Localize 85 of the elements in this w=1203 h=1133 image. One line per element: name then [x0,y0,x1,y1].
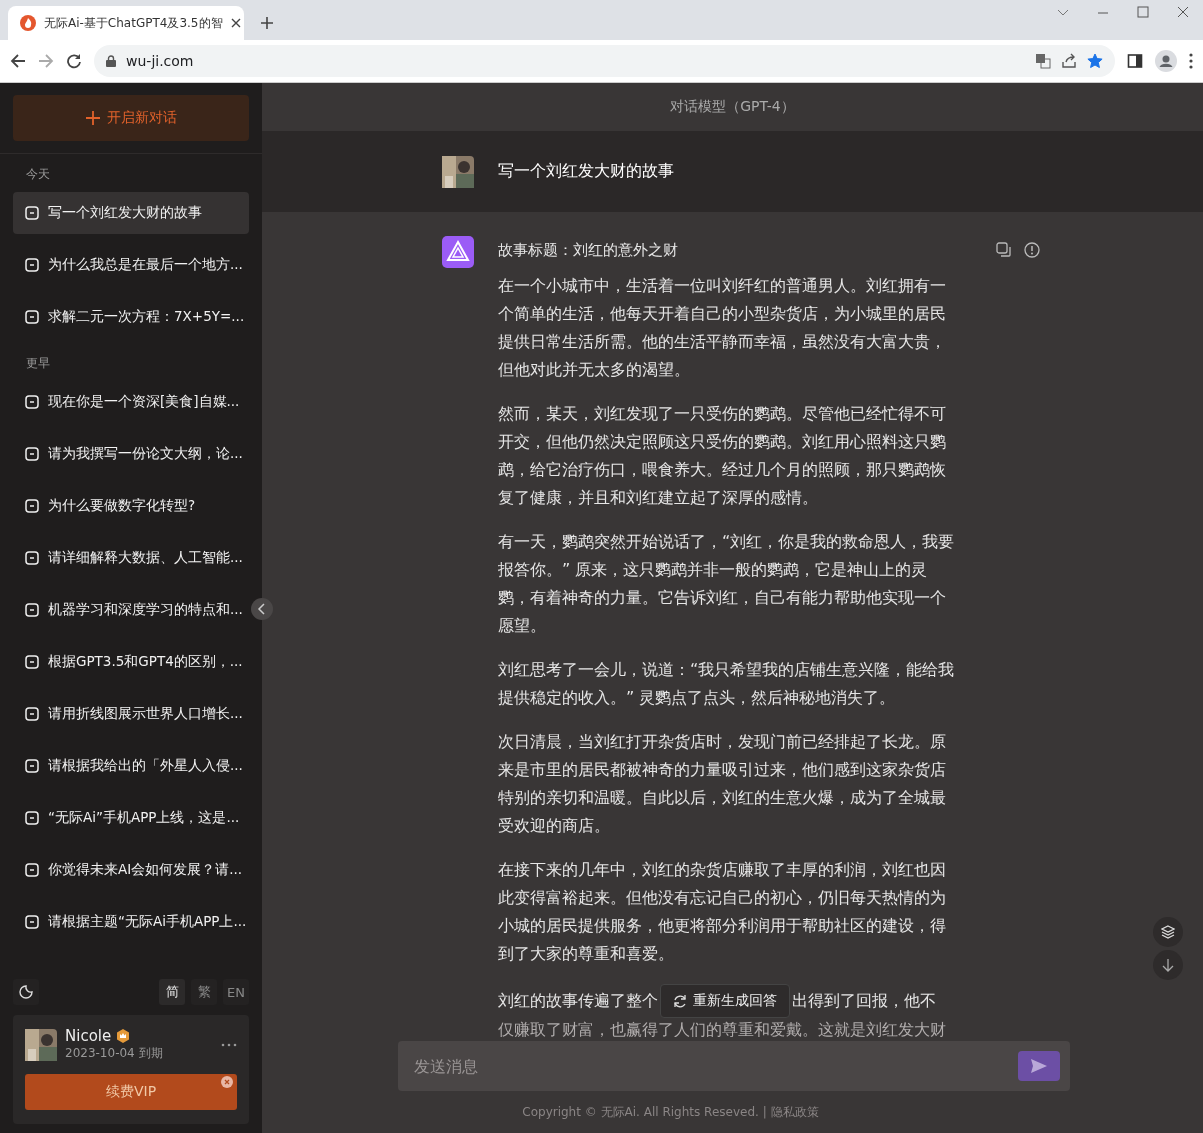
chat-bubble-icon [25,603,39,617]
model-title: 对话模型（GPT-4） [670,98,795,116]
chat-bubble-icon [25,655,39,669]
section-label: 今天 [25,166,51,183]
section-label: 更早 [25,355,51,372]
side-panel-icon[interactable] [1127,53,1143,69]
lock-icon [106,55,116,67]
tab-title: 无际Ai-基于ChatGPT4及3.5的智 [44,14,223,32]
conversation-item[interactable]: 根据GPT3.5和GPT4的区别，... [13,641,249,683]
conversation-item[interactable]: 请详细解释大数据、人工智能... [13,537,249,579]
conversation-item[interactable]: 请根据我给出的「外星人入侵... [13,745,249,787]
conversation-item[interactable]: 你觉得未来AI会如何发展？请... [13,849,249,891]
language-button[interactable]: EN [223,979,249,1005]
forward-arrow-icon [38,53,54,69]
answer-text: 出得到了回报，他不 [792,990,936,1012]
chat-bubble-icon [25,811,39,825]
user-message: 写一个刘红发大财的故事 [498,161,674,182]
chat-bubble-icon [25,395,39,409]
more-icon[interactable] [1189,53,1193,69]
chat-bubble-icon [25,551,39,565]
browser-tab[interactable]: 无际Ai-基于ChatGPT4及3.5的智 [8,6,244,40]
star-icon[interactable] [1087,53,1103,69]
chat-bubble-icon [25,863,39,877]
copy-icon[interactable] [996,242,1012,258]
conversation-item[interactable]: 为什么我总是在最后一个地方... [13,244,249,286]
down-arrow-icon [1162,958,1174,972]
flame-logo-icon [20,15,36,31]
theme-toggle-button[interactable] [13,979,39,1005]
plus-icon [85,110,101,126]
language-button[interactable]: 简 [159,979,185,1005]
conversation-item[interactable]: 请为我撰写一份论文大纲，论... [13,433,249,475]
url-text: wu-ji.com [126,53,194,69]
conversation-item[interactable]: 请用折线图展示世界人口增长... [13,693,249,735]
more-icon[interactable] [221,1042,237,1047]
assistant-logo-icon [442,236,474,268]
answer-paragraph: 然而，某天，刘红发现了一只受伤的鹦鹉。尽管他已经忙得不可开交，但他仍然决定照顾这只受伤的鹦鹉。刘红用心照料这只鹦鹉，给它治疗伤口，喂食养大。经过几个月的照顾，那只鹦鹉恢复了健康，并且和刘红建立起了深厚的感情。 [498,403,947,509]
chat-bubble-icon [25,310,39,324]
new-chat-button[interactable]: 开启新对话 [13,95,249,141]
scroll-down-button[interactable] [1153,950,1183,980]
user-name: Nicole [65,1027,112,1045]
send-button[interactable] [1018,1051,1060,1081]
answer-title: 故事标题：刘红的意外之财 [498,240,679,261]
profile-icon[interactable] [1155,50,1177,72]
language-button[interactable]: 繁 [191,979,217,1005]
answer-paragraph: 在一个小城市中，生活着一位叫刘纤红的普通男人。刘红拥有一个简单的生活，他每天开着自己的小型杂货店，为小城里的居民提供日常生活所需。他的生活平静而幸福，虽然没有大富大贵，但他对此并无太多的渴望。 [498,275,947,381]
share-icon[interactable] [1061,53,1077,69]
conversation-item[interactable]: “无际Ai”手机APP上线，这是... [13,797,249,839]
answer-paragraph: 在接下来的几年中，刘红的杂货店赚取了丰厚的利润，刘红也因此变得富裕起来。但他没有忘记自己的初心，仍旧每天热情的为小城的居民提供服务，他更将部分利润用于帮助社区的建设，得到了大家的尊重和喜爱。 [498,859,947,965]
address-bar[interactable]: wu-ji.com [94,45,1115,77]
moon-icon[interactable] [19,985,33,999]
answer-paragraph: 刘红思考了一会儿，说道：“我只希望我的店铺生意兴隆，能给我提供稳定的收入。” 灵鹦点了点头，然后神秘地消失了。 [498,659,956,709]
conversation-item[interactable]: 求解二元一次方程：7X+5Y=... [13,296,249,338]
renew-vip-button[interactable]: 续费VIP [25,1074,237,1110]
answer-paragraph: 有一天，鹦鹉突然开始说话了，“刘红，你是我的救命恩人，我要报答你。” 原来，这只鹦鹉并非一般的鹦鹉，它是神山上的灵鹦，有着神奇的力量。它告诉刘红，自己有能力帮助他实现一个愿望。 [498,531,956,637]
answer-paragraph: 次日清晨，当刘红打开杂货店时，发现门前已经排起了长龙。原来是市里的居民都被神奇的力量吸引过来，他们感到这家杂货店特别的亲切和温暖。自此以后，刘红的生意火爆，成为了全城最受欢迎的商店。 [498,731,947,837]
translate-icon[interactable] [1035,53,1051,69]
back-arrow-icon[interactable] [10,53,26,69]
layers-button[interactable] [1153,917,1183,947]
chat-bubble-icon [25,915,39,929]
chat-bubble-icon [25,759,39,773]
chat-bubble-icon [25,447,39,461]
conversation-item[interactable]: 写一个刘红发大财的故事 [13,192,249,234]
conversation-item[interactable]: 请根据主题“无际Ai手机APP上... [13,901,249,943]
info-icon[interactable] [1024,242,1040,258]
badge-icon [116,1029,131,1043]
chat-bubble-icon [25,206,39,220]
expiry-date: 2023-10-04 到期 [65,1045,164,1062]
answer-text: 刘红的故事传遍了整个 [498,990,658,1012]
conversation-item[interactable]: 现在你是一个资深[美食]自媒... [13,381,249,423]
collapse-chevron-icon[interactable] [251,598,273,620]
close-icon[interactable] [230,18,241,28]
plus-icon[interactable] [260,16,274,30]
answer-text: 仅赚取了财富，也赢得了人们的尊重和爱戴。这就是刘红发大财 [498,1019,947,1037]
conversation-item[interactable]: 机器学习和深度学习的特点和... [13,589,249,631]
conversation-item[interactable]: 为什么要做数字化转型? [13,485,249,527]
chat-bubble-icon [25,707,39,721]
message-input[interactable]: 发送消息 [398,1041,1070,1091]
send-icon [1030,1058,1048,1074]
copyright-text: Copyright © 无际Ai. All Rights Reseved. | [522,1103,767,1121]
reload-icon[interactable] [66,53,82,69]
regenerate-button[interactable]: 重新生成回答 [660,984,790,1018]
refresh-icon [673,994,687,1008]
chat-bubble-icon [25,499,39,513]
chat-bubble-icon [25,258,39,272]
layers-icon [1161,925,1175,939]
